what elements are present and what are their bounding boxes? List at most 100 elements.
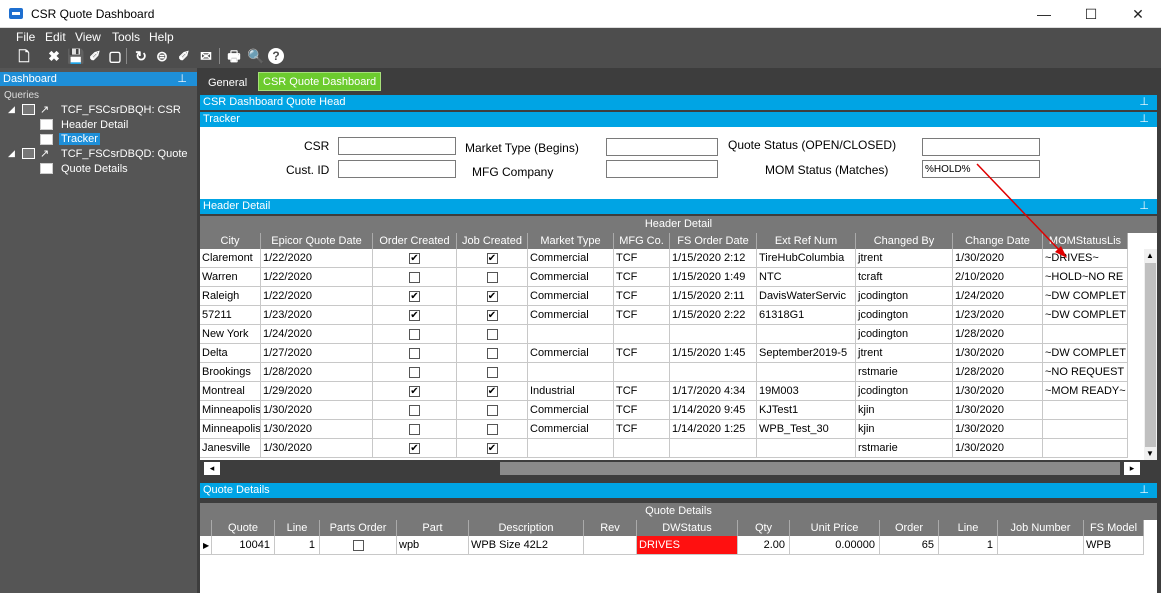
- job-created-checkbox[interactable]: [486, 366, 498, 378]
- market-type-field[interactable]: [606, 138, 718, 156]
- col-header-1[interactable]: Epicor Quote Date: [261, 233, 373, 249]
- scroll-thumb[interactable]: [1145, 263, 1156, 447]
- parts-order-checkbox[interactable]: [352, 539, 364, 551]
- scroll-up-icon[interactable]: ▲: [1146, 251, 1154, 260]
- pin-icon[interactable]: ⊥: [1139, 199, 1149, 214]
- col-header-2[interactable]: Parts Order: [320, 520, 397, 536]
- preview-icon[interactable]: 🔍: [247, 48, 264, 64]
- tree-item-header-detail[interactable]: Header Detail: [61, 119, 128, 131]
- tree-item-tracker[interactable]: Tracker: [59, 133, 100, 145]
- new-icon[interactable]: 🗋: [16, 48, 32, 64]
- mfg-company-field[interactable]: [606, 160, 718, 178]
- scroll-right-icon[interactable]: ▸: [1124, 462, 1140, 475]
- maximize-button[interactable]: ☐: [1068, 0, 1114, 28]
- scroll-left-icon[interactable]: ◂: [204, 462, 220, 475]
- undo-icon[interactable]: ▢: [107, 48, 123, 64]
- help-icon[interactable]: ?: [268, 48, 284, 64]
- menu-help[interactable]: Help: [149, 30, 174, 44]
- job-created-checkbox[interactable]: [486, 347, 498, 359]
- refresh-icon[interactable]: ↻: [133, 48, 149, 64]
- tree-item-quote-details[interactable]: Quote Details: [61, 163, 128, 175]
- vertical-scrollbar[interactable]: ▲ ▼: [1144, 249, 1157, 460]
- order-created-checkbox[interactable]: ✔: [409, 290, 420, 302]
- job-created-checkbox[interactable]: ✔: [486, 290, 498, 302]
- job-created-checkbox[interactable]: ✔: [486, 252, 498, 264]
- col-header-6[interactable]: FS Order Date: [670, 233, 757, 249]
- order-created-checkbox[interactable]: [409, 404, 420, 416]
- scroll-thumb[interactable]: [500, 462, 1120, 475]
- close-button[interactable]: ✕: [1115, 0, 1161, 28]
- table-row[interactable]: Janesville 1/30/2020 ✔ ✔ rstmarie 1/30/2020: [200, 439, 1144, 458]
- cust-id-field[interactable]: [338, 160, 456, 178]
- minimize-button[interactable]: —: [1021, 0, 1067, 28]
- table-row[interactable]: 57211 1/23/2020 ✔ ✔ Commercial TCF 1/15/2020 2…: [200, 306, 1144, 325]
- table-row[interactable]: New York 1/24/2020 jcodington 1/28/2020: [200, 325, 1144, 344]
- col-header-0[interactable]: City: [200, 233, 261, 249]
- tree-item-quote-query[interactable]: TCF_FSCsrDBQD: Quote: [61, 148, 188, 160]
- order-created-checkbox[interactable]: ✔: [409, 252, 420, 264]
- col-header-8[interactable]: Unit Price: [790, 520, 880, 536]
- tab-general[interactable]: General: [204, 74, 252, 93]
- col-header-0[interactable]: Quote: [212, 520, 275, 536]
- pin-icon[interactable]: ⊥: [1139, 112, 1149, 127]
- order-created-checkbox[interactable]: ✔: [409, 309, 420, 321]
- job-created-checkbox[interactable]: ✔: [486, 385, 498, 397]
- order-created-checkbox[interactable]: ✔: [409, 385, 420, 397]
- col-header-3[interactable]: Job Created: [457, 233, 528, 249]
- expand-icon[interactable]: ◢: [8, 104, 15, 115]
- job-created-checkbox[interactable]: [486, 328, 498, 340]
- col-header-12[interactable]: FS Model: [1084, 520, 1144, 536]
- scroll-down-icon[interactable]: ▼: [1146, 449, 1154, 458]
- job-created-checkbox[interactable]: [486, 423, 498, 435]
- clear-icon[interactable]: ✐: [87, 48, 103, 64]
- menu-view[interactable]: View: [75, 30, 101, 44]
- pin-icon[interactable]: ⊥: [177, 72, 187, 86]
- menu-tools[interactable]: Tools: [112, 30, 140, 44]
- order-created-checkbox[interactable]: [409, 328, 420, 340]
- save-icon[interactable]: 💾: [67, 48, 84, 64]
- table-row[interactable]: Montreal 1/29/2020 ✔ ✔ Industrial TCF 1/17/202…: [200, 382, 1144, 401]
- table-row[interactable]: Minneapolis 1/30/2020 Commercial TCF 1/14/20…: [200, 420, 1144, 439]
- pin-icon[interactable]: ⊥: [1139, 483, 1149, 498]
- col-header-3[interactable]: Part: [397, 520, 469, 536]
- expand-icon[interactable]: ◢: [8, 148, 15, 159]
- menu-edit[interactable]: Edit: [45, 30, 66, 44]
- col-header-1[interactable]: Line: [275, 520, 320, 536]
- order-created-checkbox[interactable]: ✔: [409, 442, 420, 454]
- col-header-10[interactable]: Line: [939, 520, 998, 536]
- job-created-checkbox[interactable]: [486, 404, 498, 416]
- message-icon[interactable]: ✉: [198, 48, 214, 64]
- order-created-checkbox[interactable]: [409, 423, 420, 435]
- broom-icon[interactable]: ✐: [176, 48, 192, 64]
- col-header-6[interactable]: DWStatus: [637, 520, 738, 536]
- col-header-2[interactable]: Order Created: [373, 233, 457, 249]
- col-header-4[interactable]: Market Type: [528, 233, 614, 249]
- order-created-checkbox[interactable]: [409, 271, 420, 283]
- job-created-checkbox[interactable]: ✔: [486, 309, 498, 321]
- job-created-checkbox[interactable]: [486, 271, 498, 283]
- tab-csr-quote-dashboard[interactable]: CSR Quote Dashboard: [258, 72, 382, 91]
- col-header-5[interactable]: MFG Co.: [614, 233, 670, 249]
- table-row[interactable]: Delta 1/27/2020 Commercial TCF 1/15/2020 1:4…: [200, 344, 1144, 363]
- table-row[interactable]: Minneapolis 1/30/2020 Commercial TCF 1/14/20…: [200, 401, 1144, 420]
- quote-status-field[interactable]: [922, 138, 1040, 156]
- col-header-4[interactable]: Description: [469, 520, 584, 536]
- horizontal-scrollbar[interactable]: ◂ ▸: [200, 460, 1157, 477]
- print-icon[interactable]: 🖶: [226, 48, 242, 64]
- table-row[interactable]: Brookings 1/28/2020 rstmarie 1/28/2020 ~NO R…: [200, 363, 1144, 382]
- menu-file[interactable]: File: [16, 30, 35, 44]
- col-header-9[interactable]: Order: [880, 520, 939, 536]
- delete-icon[interactable]: ✖: [46, 48, 62, 64]
- table-row[interactable]: ▶ 10041 1 wpb WPB Size 42L2 DRIVES 2.00 0.00000…: [200, 536, 1144, 555]
- pin-icon[interactable]: ⊥: [1139, 95, 1149, 110]
- tree-item-csr-query[interactable]: TCF_FSCsrDBQH: CSR: [61, 104, 181, 116]
- order-created-checkbox[interactable]: [409, 347, 420, 359]
- col-header-11[interactable]: Job Number: [998, 520, 1084, 536]
- options-icon[interactable]: ⊜: [154, 48, 170, 64]
- csr-field[interactable]: [338, 137, 456, 155]
- col-header-7[interactable]: Ext Ref Num: [757, 233, 856, 249]
- table-row[interactable]: Raleigh 1/22/2020 ✔ ✔ Commercial TCF 1/15/2020…: [200, 287, 1144, 306]
- col-header-5[interactable]: Rev: [584, 520, 637, 536]
- order-created-checkbox[interactable]: [409, 366, 420, 378]
- col-header-8[interactable]: Changed By: [856, 233, 953, 249]
